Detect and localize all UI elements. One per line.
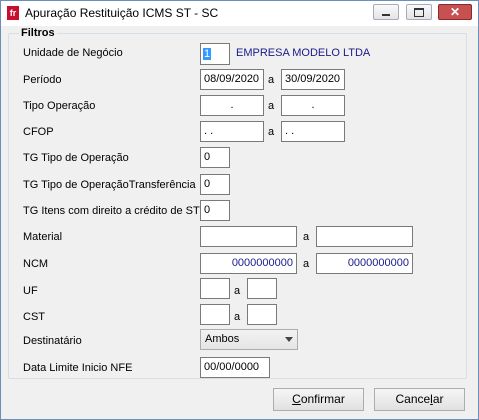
cancel-label-pre: Cance — [395, 392, 431, 406]
cst-label: CST — [23, 311, 45, 323]
ncm-to-input[interactable]: 0000000000 — [316, 253, 413, 274]
material-to-input[interactable] — [316, 226, 413, 247]
cst-to-input[interactable] — [247, 304, 277, 325]
unidade-code-input[interactable]: 1 — [200, 43, 230, 65]
uf-from-input[interactable] — [200, 278, 230, 299]
tg-itens-credito-input[interactable]: 0 — [200, 200, 230, 221]
material-sep: a — [303, 231, 310, 243]
cfop-from-input[interactable]: . . — [200, 121, 264, 142]
confirm-button[interactable]: Confirmar — [273, 388, 364, 411]
title-bar: fr Apuração Restituição ICMS ST - SC ✕ — [1, 1, 478, 26]
confirm-accel: C — [292, 392, 301, 406]
chevron-down-icon — [285, 337, 293, 342]
confirm-label: onfirmar — [300, 392, 345, 406]
tipo-operacao-from-input[interactable]: . — [200, 95, 264, 116]
destinatario-label: Destinatário — [23, 335, 82, 347]
uf-to-input[interactable] — [247, 278, 277, 299]
tipo-operacao-to-input[interactable]: . — [281, 95, 345, 116]
cfop-to-input[interactable]: . . — [281, 121, 345, 142]
unidade-name: EMPRESA MODELO LTDA — [236, 47, 371, 59]
tg-tipo-operacao-transf-input[interactable]: 0 — [200, 174, 230, 195]
filters-legend: Filtros — [19, 27, 57, 39]
destinatario-value: Ambos — [205, 333, 240, 345]
ncm-sep: a — [303, 258, 310, 270]
close-icon: ✕ — [449, 5, 461, 19]
material-from-input[interactable] — [200, 226, 297, 247]
data-limite-label: Data Limite Inicio NFE — [23, 362, 133, 374]
uf-label: UF — [23, 285, 38, 297]
cfop-sep: a — [268, 126, 275, 138]
unidade-code-value: 1 — [203, 48, 212, 60]
destinatario-select[interactable]: Ambos — [200, 329, 298, 350]
cancel-label-post: ar — [432, 392, 444, 406]
cancel-button[interactable]: Cancelar — [374, 388, 465, 411]
uf-sep: a — [234, 285, 241, 297]
tg-tipo-operacao-input[interactable]: 0 — [200, 147, 230, 168]
tg-itens-credito-label: TG Itens com direito a crédito de ST — [23, 205, 200, 217]
tipo-operacao-label: Tipo Operação — [23, 100, 96, 112]
tg-tipo-operacao-transf-label: TG Tipo de OperaçãoTransferência — [23, 179, 196, 191]
minimize-button[interactable] — [373, 4, 399, 20]
minimize-icon — [382, 14, 390, 16]
close-button[interactable]: ✕ — [438, 4, 472, 20]
window-title: Apuração Restituição ICMS ST - SC — [25, 6, 219, 20]
cst-from-input[interactable] — [200, 304, 230, 325]
cst-sep: a — [234, 311, 241, 323]
tg-tipo-operacao-label: TG Tipo de Operação — [23, 152, 129, 164]
maximize-button[interactable] — [406, 4, 432, 20]
periodo-from-input[interactable]: 08/09/2020 — [200, 69, 264, 90]
periodo-sep: a — [268, 74, 275, 86]
ncm-label: NCM — [23, 258, 49, 270]
maximize-icon — [414, 7, 424, 17]
periodo-label: Período — [23, 74, 62, 86]
cfop-label: CFOP — [23, 126, 54, 138]
data-limite-input[interactable]: 00/00/0000 — [200, 357, 270, 378]
unidade-label: Unidade de Negócio — [23, 47, 123, 59]
app-icon: fr — [7, 6, 19, 20]
material-label: Material — [23, 231, 63, 243]
periodo-to-input[interactable]: 30/09/2020 — [281, 69, 345, 90]
tipo-operacao-sep: a — [268, 100, 275, 112]
ncm-from-input[interactable]: 0000000000 — [200, 253, 297, 274]
